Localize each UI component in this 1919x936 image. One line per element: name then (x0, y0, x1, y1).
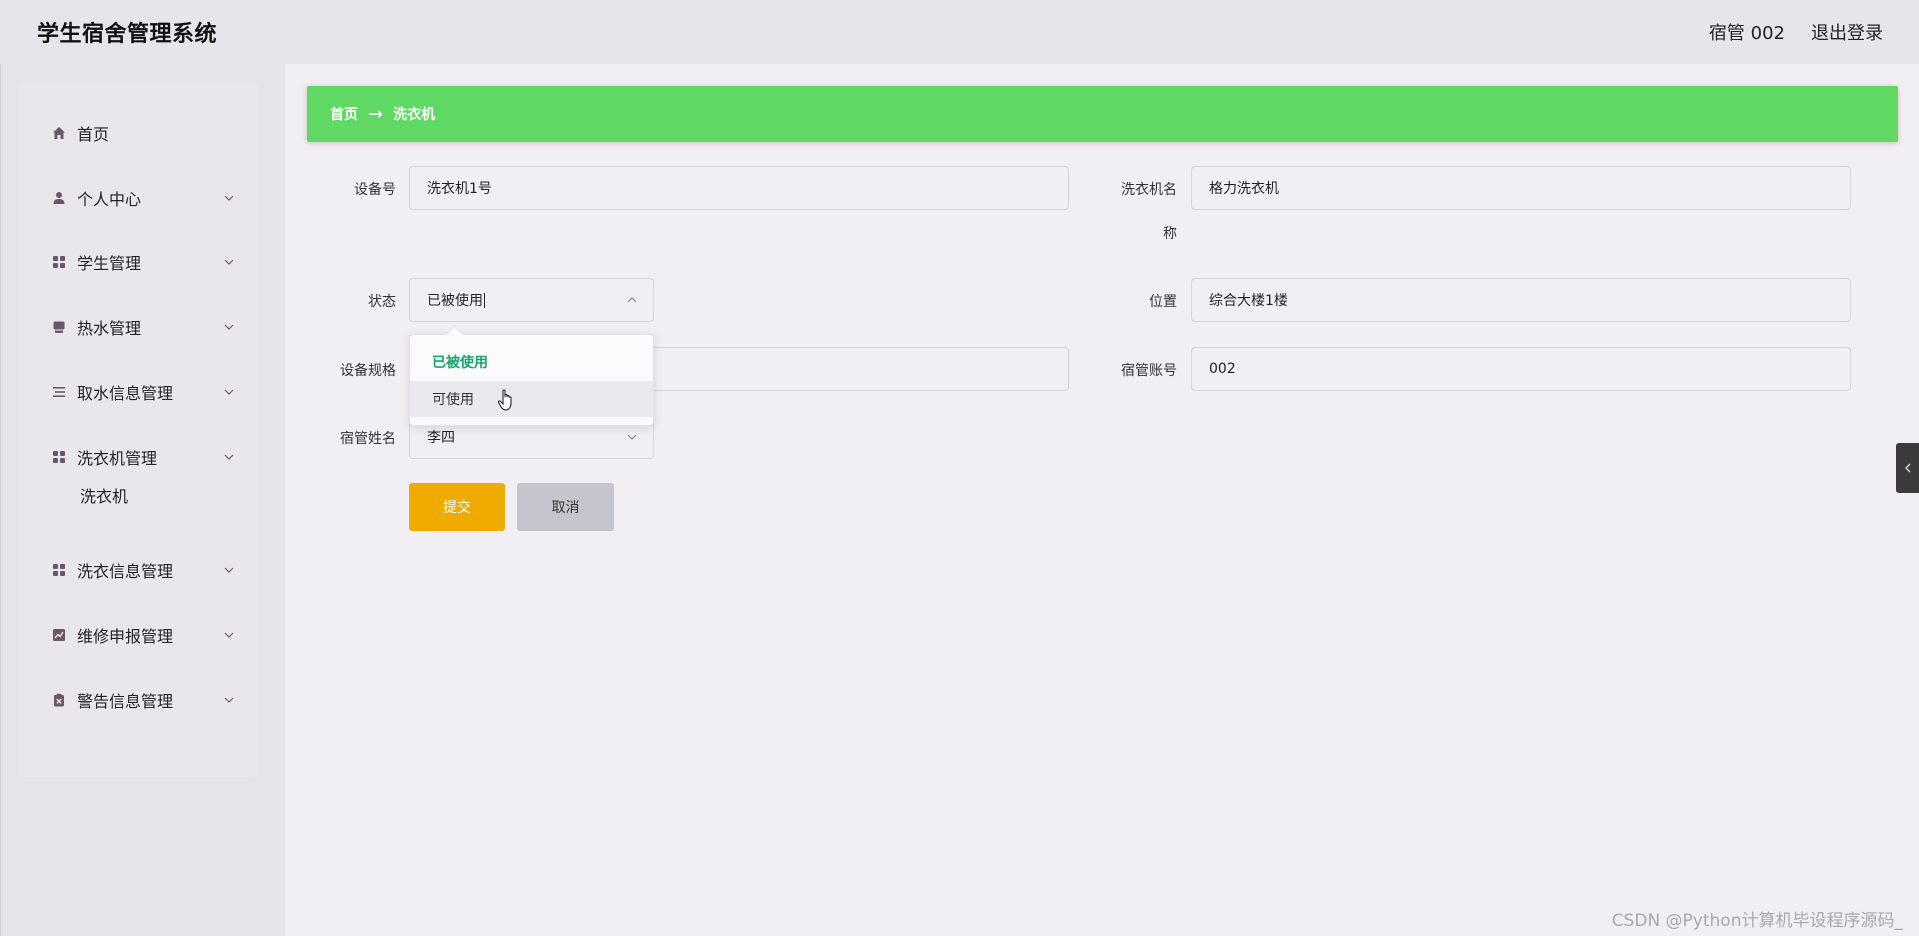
device-no-input[interactable]: 洗衣机1号 (409, 166, 1069, 210)
panel-toggle-button[interactable] (1896, 443, 1919, 493)
manager-account-input[interactable]: 002 (1191, 347, 1851, 391)
chevron-up-icon (625, 293, 639, 307)
sidebar-item-washer-management[interactable]: 洗衣机管理 (19, 437, 259, 477)
clipboard-x-icon (51, 692, 67, 708)
device-no-value: 洗衣机1号 (427, 181, 492, 197)
sidebar-item-student-management[interactable]: 学生管理 (19, 242, 259, 282)
status-select[interactable]: 已被使用 (409, 278, 654, 322)
spec-label: 设备规格 (340, 363, 396, 379)
device-no-label: 设备号 (354, 182, 396, 198)
sidebar-item-label: 维修申报管理 (77, 627, 174, 646)
sidebar-item-label: 警告信息管理 (77, 692, 174, 711)
location-label: 位置 (1149, 294, 1177, 310)
text-caret (484, 292, 485, 308)
grid-icon (51, 254, 67, 270)
manager-account-value: 002 (1209, 361, 1236, 377)
sidebar-item-label: 学生管理 (77, 254, 142, 273)
grid-icon (51, 562, 67, 578)
washer-name-input[interactable]: 格力洗衣机 (1191, 166, 1851, 210)
breadcrumb-home[interactable]: 首页 (330, 104, 358, 124)
breadcrumb-arrow-icon: → (368, 103, 384, 125)
sidebar-item-home[interactable]: 首页 (19, 113, 259, 153)
hand-cursor-icon (497, 388, 517, 412)
breadcrumb: 首页 → 洗衣机 (307, 86, 1898, 142)
chart-icon (51, 627, 67, 643)
header-actions: 宿管 002 退出登录 (1709, 19, 1883, 45)
sidebar-item-label: 热水管理 (77, 319, 142, 338)
sidebar-item-laundry-info[interactable]: 洗衣信息管理 (19, 550, 259, 590)
sidebar-subitem-label: 洗衣机 (80, 487, 129, 506)
person-icon (51, 190, 67, 206)
chevron-down-icon (221, 627, 237, 643)
submit-button[interactable]: 提交 (409, 483, 505, 531)
sidebar-item-personal-center[interactable]: 个人中心 (19, 178, 259, 218)
location-input[interactable]: 综合大楼1楼 (1191, 278, 1851, 322)
sidebar-item-label: 取水信息管理 (77, 384, 174, 403)
logout-link[interactable]: 退出登录 (1811, 19, 1883, 45)
chevron-down-icon (221, 254, 237, 270)
chevron-down-icon (221, 562, 237, 578)
sidebar-item-label: 个人中心 (77, 190, 142, 209)
status-label: 状态 (368, 294, 396, 310)
breadcrumb-current: 洗衣机 (393, 107, 436, 123)
sidebar-item-water-fetch[interactable]: 取水信息管理 (19, 372, 259, 412)
user-label[interactable]: 宿管 002 (1709, 19, 1785, 45)
washer-name-label-cont: 称 (1163, 226, 1177, 242)
chevron-left-icon (1903, 459, 1913, 478)
location-value: 综合大楼1楼 (1209, 293, 1288, 309)
status-option-available[interactable]: 可使用 (410, 381, 653, 417)
sidebar-item-repair[interactable]: 维修申报管理 (19, 615, 259, 655)
sidebar-area: 首页 个人中心 学生管理 热水管理 取水信息管理 洗衣机管理 洗衣机 洗衣信息管… (0, 64, 285, 936)
app-title: 学生宿舍管理系统 (37, 22, 218, 47)
cancel-button[interactable]: 取消 (517, 483, 614, 531)
sidebar-item-label: 洗衣机管理 (77, 449, 158, 468)
sidebar-subitem-washer[interactable]: 洗衣机 (19, 477, 259, 513)
monitor-icon (51, 319, 67, 335)
sidebar-menu: 首页 个人中心 学生管理 热水管理 取水信息管理 洗衣机管理 洗衣机 洗衣信息管… (19, 84, 259, 777)
chevron-down-icon (221, 384, 237, 400)
manager-account-label: 宿管账号 (1121, 363, 1177, 379)
sidebar-item-hot-water[interactable]: 热水管理 (19, 307, 259, 347)
grid-icon (51, 449, 67, 465)
sidebar-item-warning[interactable]: 警告信息管理 (19, 680, 259, 720)
status-dropdown: 已被使用 可使用 (409, 334, 654, 426)
status-value: 已被使用 (427, 293, 483, 309)
list-icon (51, 384, 67, 400)
washer-name-label: 洗衣机名 (1121, 182, 1177, 198)
watermark-text: CSDN @Python计算机毕设程序源码_ (1611, 911, 1903, 931)
manager-name-label: 宿管姓名 (340, 431, 396, 447)
chevron-down-icon (221, 319, 237, 335)
status-option-in-use[interactable]: 已被使用 (410, 344, 653, 380)
top-header: 学生宿舍管理系统 宿管 002 退出登录 (0, 0, 1919, 64)
home-icon (51, 125, 67, 141)
chevron-down-icon (221, 190, 237, 206)
manager-name-value: 李四 (427, 430, 455, 446)
chevron-down-icon (221, 692, 237, 708)
sidebar-item-label: 洗衣信息管理 (77, 562, 174, 581)
sidebar-item-label: 首页 (77, 125, 110, 144)
chevron-down-icon (221, 449, 237, 465)
washer-name-value: 格力洗衣机 (1209, 181, 1279, 197)
chevron-down-icon (625, 430, 639, 444)
